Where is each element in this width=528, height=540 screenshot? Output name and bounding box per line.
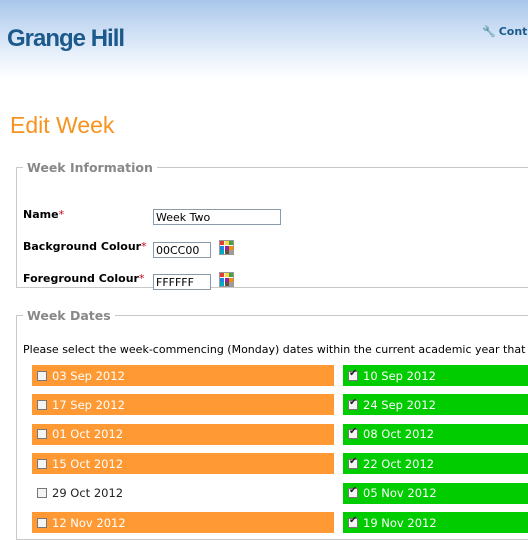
week-date-cell[interactable]: 10 Sep 2012 [343, 365, 528, 386]
week-checkbox[interactable] [37, 517, 47, 528]
week-date-label: 19 Nov 2012 [363, 515, 437, 530]
week-date-cell[interactable]: 29 Oct 2012 [32, 482, 334, 504]
required-mark: * [141, 240, 147, 253]
week-date-cell[interactable]: 15 Oct 2012 [32, 453, 334, 475]
week-information-legend: Week Information [27, 160, 153, 175]
week-checkbox[interactable] [348, 368, 358, 381]
foreground-colour-label: Foreground Colour [23, 272, 139, 285]
week-date-cell[interactable]: 12 Nov 2012 [32, 512, 334, 533]
week-date-label: 29 Oct 2012 [52, 486, 124, 501]
week-checkbox[interactable] [37, 370, 47, 381]
name-row: Name* [23, 208, 64, 221]
foreground-colour-picker-icon[interactable] [219, 272, 234, 287]
week-dates-section: Week Dates Please select the week-commen… [16, 308, 528, 540]
week-checkbox[interactable] [37, 399, 47, 410]
week-date-cell[interactable]: 22 Oct 2012 [343, 453, 528, 475]
week-checkbox[interactable] [37, 429, 47, 440]
site-header: Grange Hill 🔧 Cont [0, 0, 528, 80]
week-date-label: 01 Oct 2012 [52, 427, 124, 442]
week-date-label: 17 Sep 2012 [52, 397, 125, 412]
week-date-label: 22 Oct 2012 [363, 456, 435, 471]
wrench-icon: 🔧 [482, 25, 496, 38]
background-colour-picker-icon[interactable] [219, 240, 234, 255]
week-date-label: 08 Oct 2012 [363, 427, 435, 442]
week-date-cell[interactable]: 19 Nov 2012 [343, 512, 528, 533]
required-mark: * [58, 208, 65, 221]
week-date-label: 10 Sep 2012 [363, 368, 436, 383]
name-label: Name [23, 208, 59, 221]
background-colour-row: Background Colour* [23, 240, 147, 253]
week-checkbox[interactable] [37, 458, 47, 469]
contact-link[interactable]: 🔧 Cont [482, 25, 527, 38]
site-logo[interactable]: Grange Hill [7, 25, 125, 53]
name-input[interactable]: Week Two [153, 209, 281, 225]
week-checkbox[interactable] [37, 488, 47, 499]
week-date-label: 24 Sep 2012 [363, 397, 436, 412]
week-dates-instructions: Please select the week-commencing (Monda… [23, 343, 526, 356]
week-date-label: 05 Nov 2012 [363, 486, 437, 501]
foreground-colour-input[interactable]: FFFFFF [153, 274, 211, 290]
week-checkbox[interactable] [348, 456, 358, 469]
week-checkbox[interactable] [348, 426, 358, 440]
week-date-cell[interactable]: 03 Sep 2012 [32, 365, 334, 386]
week-date-label: 15 Oct 2012 [52, 456, 124, 471]
week-date-cell[interactable]: 05 Nov 2012 [343, 482, 528, 504]
contact-label: Cont [498, 25, 528, 38]
week-checkbox[interactable] [348, 397, 358, 410]
week-date-cell[interactable]: 24 Sep 2012 [343, 394, 528, 416]
page-title: Edit Week [10, 112, 115, 138]
week-date-cell[interactable]: 01 Oct 2012 [32, 423, 334, 445]
background-colour-label: Background Colour [23, 240, 142, 253]
week-date-cell[interactable]: 17 Sep 2012 [32, 394, 334, 416]
week-date-cell[interactable]: 08 Oct 2012 [343, 423, 528, 445]
week-checkbox[interactable] [348, 485, 358, 499]
week-dates-legend: Week Dates [27, 308, 111, 323]
week-information-section: Week Information Name* Week Two Backgrou… [16, 160, 528, 290]
foreground-colour-row: Foreground Colour* [23, 272, 144, 285]
required-mark: * [138, 272, 145, 285]
week-checkbox[interactable] [348, 515, 358, 528]
background-colour-input[interactable]: 00CC00 [153, 242, 211, 258]
week-date-label: 03 Sep 2012 [52, 368, 125, 383]
week-date-label: 12 Nov 2012 [52, 515, 126, 530]
